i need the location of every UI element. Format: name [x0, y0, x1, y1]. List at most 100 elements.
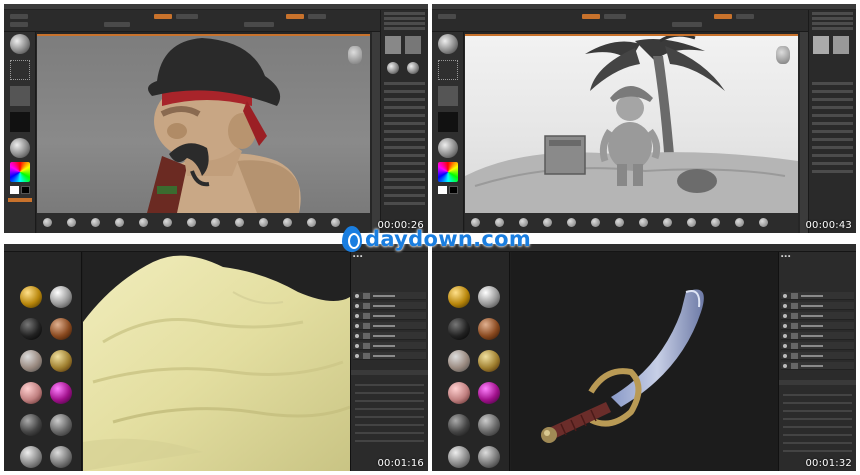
layer-row[interactable]: [781, 332, 854, 340]
brush-icon[interactable]: [10, 34, 30, 54]
tool-thumbnail[interactable]: [385, 36, 401, 54]
material-icon[interactable]: [10, 138, 30, 158]
material-chrome-icon[interactable]: [50, 446, 72, 468]
material-charcoal-icon[interactable]: [20, 414, 42, 436]
color-picker-icon[interactable]: [438, 162, 458, 182]
material-gold-icon[interactable]: [448, 286, 470, 308]
scroll-strip[interactable]: [800, 32, 808, 233]
tool-thumbnail[interactable]: [405, 36, 421, 54]
material-gold-icon[interactable]: [20, 286, 42, 308]
timecode: 00:01:32: [805, 458, 852, 469]
scroll-strip[interactable]: [372, 32, 380, 233]
viewport-3d[interactable]: [37, 34, 370, 213]
alpha-icon[interactable]: [438, 86, 458, 106]
layers-panel[interactable]: ▪ ▪ ▪: [350, 252, 428, 471]
layer-row[interactable]: [353, 292, 426, 300]
video-thumbnail-grid: 00:00:26 00:00:43 ▪ ▪ ▪ 00:01:16 ▪ ▪ ▪ 0…: [0, 0, 860, 475]
material-chrome-icon[interactable]: [478, 446, 500, 468]
layers-header-icon: ▪ ▪ ▪: [353, 254, 363, 258]
viewport-3d[interactable]: [465, 33, 798, 213]
material-steel-icon[interactable]: [20, 446, 42, 468]
color-swatch-secondary[interactable]: [449, 186, 458, 194]
color-picker-icon[interactable]: [10, 162, 30, 182]
layer-row[interactable]: [353, 342, 426, 350]
right-tray-tool-panel[interactable]: [380, 10, 428, 233]
right-tray-tool-panel[interactable]: [808, 10, 856, 233]
left-tray[interactable]: [4, 32, 36, 233]
layer-row[interactable]: [353, 302, 426, 310]
navigation-cube-icon[interactable]: [348, 46, 362, 64]
panel-zbrush-pirate-head[interactable]: 00:00:26: [4, 4, 428, 233]
material-dark-icon[interactable]: [20, 318, 42, 340]
material-magenta-icon[interactable]: [50, 382, 72, 404]
top-shelf[interactable]: [432, 10, 856, 32]
layers-panel[interactable]: ▪ ▪ ▪: [778, 252, 856, 471]
layer-row[interactable]: [353, 352, 426, 360]
material-magenta-icon[interactable]: [478, 382, 500, 404]
viewport-3d[interactable]: [83, 252, 351, 471]
tool-thumbnail[interactable]: [813, 36, 829, 54]
color-swatch-secondary[interactable]: [21, 186, 30, 194]
panel-zbrush-beach-scene[interactable]: 00:00:43: [432, 4, 856, 233]
layer-row[interactable]: [781, 302, 854, 310]
left-tray[interactable]: [432, 32, 464, 233]
timecode: 00:00:43: [805, 220, 852, 231]
color-swatch-main[interactable]: [10, 186, 19, 194]
material-steel-icon[interactable]: [448, 446, 470, 468]
layer-row[interactable]: [781, 292, 854, 300]
material-brass-icon[interactable]: [478, 350, 500, 372]
layer-row[interactable]: [781, 312, 854, 320]
layer-row[interactable]: [781, 342, 854, 350]
layer-row[interactable]: [781, 322, 854, 330]
stroke-icon[interactable]: [10, 60, 30, 80]
navigation-cube-icon[interactable]: [776, 46, 790, 64]
watermark-logo: daydown.com: [342, 224, 531, 254]
layer-row[interactable]: [353, 332, 426, 340]
material-skin-icon[interactable]: [20, 382, 42, 404]
material-icon[interactable]: [438, 138, 458, 158]
material-silver-icon[interactable]: [50, 286, 72, 308]
switch-color-button[interactable]: [8, 198, 32, 202]
droplet-icon: [342, 226, 362, 252]
cutlass-sword-model: [541, 289, 704, 443]
material-iron-icon[interactable]: [478, 414, 500, 436]
layer-row[interactable]: [353, 312, 426, 320]
material-skin-icon[interactable]: [448, 382, 470, 404]
layer-row[interactable]: [353, 322, 426, 330]
panel-substance-cutlass[interactable]: ▪ ▪ ▪ 00:01:32: [432, 244, 856, 471]
material-brass-icon[interactable]: [50, 350, 72, 372]
material-iron-icon[interactable]: [50, 414, 72, 436]
layer-row[interactable]: [781, 352, 854, 360]
brush-icon[interactable]: [438, 34, 458, 54]
layer-row[interactable]: [781, 362, 854, 370]
material-silver-icon[interactable]: [478, 286, 500, 308]
stroke-icon[interactable]: [438, 60, 458, 80]
material-stone-icon[interactable]: [20, 350, 42, 372]
viewport-3d[interactable]: [511, 252, 778, 471]
pirate-beach-scene-model: [465, 33, 798, 213]
panel-substance-sand-terrain[interactable]: ▪ ▪ ▪ 00:01:16: [4, 244, 428, 471]
layers-header-icon: ▪ ▪ ▪: [781, 254, 791, 258]
material-charcoal-icon[interactable]: [448, 414, 470, 436]
subtool-sphere-icon[interactable]: [407, 62, 419, 74]
texture-icon[interactable]: [10, 112, 30, 132]
pirate-head-model: [147, 38, 301, 213]
material-dark-icon[interactable]: [448, 318, 470, 340]
sand-terrain-model: [83, 255, 351, 471]
material-shelf[interactable]: [4, 252, 82, 471]
color-swatch-main[interactable]: [438, 186, 447, 194]
subtool-sphere-icon[interactable]: [387, 62, 399, 74]
timecode: 00:01:16: [377, 458, 424, 469]
properties-header: [779, 380, 856, 385]
bottom-shelf[interactable]: [37, 213, 370, 233]
material-leaf-icon[interactable]: [50, 318, 72, 340]
watermark-text: daydown.com: [365, 227, 532, 251]
top-shelf[interactable]: [4, 10, 428, 32]
properties-header: [351, 370, 428, 375]
alpha-icon[interactable]: [10, 86, 30, 106]
material-shelf[interactable]: [432, 252, 510, 471]
material-leaf-icon[interactable]: [478, 318, 500, 340]
texture-icon[interactable]: [438, 112, 458, 132]
material-stone-icon[interactable]: [448, 350, 470, 372]
tool-thumbnail[interactable]: [833, 36, 849, 54]
